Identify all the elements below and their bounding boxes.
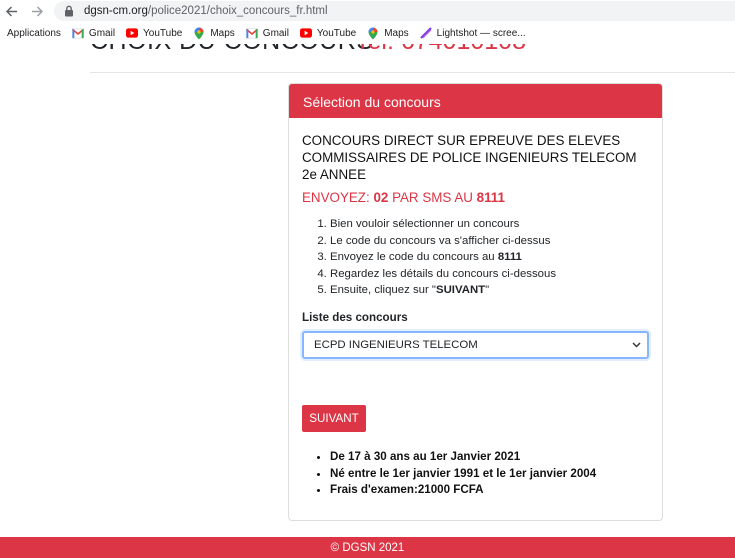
lightshot-icon xyxy=(419,27,432,39)
info-item: Frais d'examen:21000 FCFA xyxy=(330,482,648,499)
selection-card: Sélection du concours CONCOURS DIRECT SU… xyxy=(288,83,663,521)
info-item: Né entre le 1er janvier 1991 et le 1er j… xyxy=(330,466,648,483)
info-item: De 17 à 30 ans au 1er Janvier 2021 xyxy=(330,449,648,466)
concours-title-line: CONCOURS DIRECT SUR EPREUVE DES ELEVES xyxy=(302,133,621,148)
bookmark-label: Applications xyxy=(7,27,61,39)
maps-icon xyxy=(367,27,379,39)
bookmark-label: YouTube xyxy=(143,27,183,39)
step-bold: 8111 xyxy=(497,251,522,264)
bookmark-gmail[interactable]: Gmail xyxy=(245,27,289,39)
sms-code: 02 xyxy=(373,190,389,205)
bookmark-maps[interactable]: Maps xyxy=(193,27,235,39)
bookmark-lightshot[interactable]: Lightshot — scree... xyxy=(419,27,526,39)
lock-icon[interactable] xyxy=(64,5,76,17)
concours-title-line: 2e ANNEE xyxy=(302,167,367,182)
concours-select[interactable]: ECPD INGENIEURS TELECOM xyxy=(302,330,649,359)
card-header: Sélection du concours xyxy=(289,84,662,118)
sms-prefix: ENVOYEZ: xyxy=(302,190,374,205)
step-text: Regardez les détails du concours ci-dess… xyxy=(330,267,557,280)
suivant-button[interactable]: SUIVANT xyxy=(302,404,366,432)
maps-icon xyxy=(193,27,205,39)
phone-number: Tel: 674010108 xyxy=(355,44,526,56)
select-label: Liste des concours xyxy=(302,310,408,324)
browser-toolbar: dgsn-cm.org/police2021/choix_concours_fr… xyxy=(0,0,735,22)
bookmark-label: Lightshot — scree... xyxy=(436,27,526,39)
youtube-icon xyxy=(299,27,312,39)
step-item: Ensuite, cliquez sur "SUIVANT" xyxy=(330,282,648,299)
bookmark-youtube[interactable]: YouTube xyxy=(299,27,357,39)
steps-list: Bien vouloir sélectionner un concours Le… xyxy=(302,216,648,299)
bookmark-label: Gmail xyxy=(262,27,289,39)
bookmark-youtube[interactable]: YouTube xyxy=(126,27,182,39)
page-content: CHOIX DU CONCOURS Tel: 674010108 Sélecti… xyxy=(0,44,735,558)
bookmark-label: YouTube xyxy=(316,27,357,39)
gmail-icon xyxy=(71,27,84,39)
bookmark-label: Maps xyxy=(384,27,409,39)
footer: © DGSN 2021 xyxy=(0,537,735,558)
bookmarks-bar: Applications Gmail YouTube Maps Gmail Yo… xyxy=(0,22,735,44)
bookmark-label: Maps xyxy=(210,27,235,39)
youtube-icon xyxy=(126,27,139,39)
chevron-down-icon xyxy=(632,339,641,351)
sms-number: 8111 xyxy=(476,190,505,205)
bookmark-gmail[interactable]: Gmail xyxy=(71,27,116,39)
address-bar[interactable]: dgsn-cm.org/police2021/choix_concours_fr… xyxy=(54,1,735,21)
select-value: ECPD INGENIEURS TELECOM xyxy=(314,338,478,351)
info-list: De 17 à 30 ans au 1er Janvier 2021 Né en… xyxy=(302,449,648,499)
back-arrow-icon[interactable] xyxy=(0,0,22,22)
concours-title: CONCOURS DIRECT SUR EPREUVE DES ELEVES C… xyxy=(302,132,648,183)
step-item: Le code du concours va s'afficher ci-des… xyxy=(330,233,648,250)
bookmark-applications[interactable]: Applications xyxy=(7,28,61,39)
page-title: CHOIX DU CONCOURS xyxy=(90,44,374,56)
bookmark-label: Gmail xyxy=(88,27,116,39)
url-path: /police2021/choix_concours_fr.html xyxy=(147,5,328,17)
step-text: Ensuite, cliquez sur " xyxy=(330,284,436,297)
sms-mid: PAR SMS AU xyxy=(388,190,477,205)
step-bold: SUIVANT xyxy=(435,284,486,297)
step-item: Regardez les détails du concours ci-dess… xyxy=(330,266,648,283)
forward-arrow-icon[interactable] xyxy=(26,0,48,22)
step-text: " xyxy=(485,284,490,297)
step-item: Envoyez le code du concours au 8111 xyxy=(330,249,648,266)
url-host: dgsn-cm.org xyxy=(84,5,148,17)
card-body: CONCOURS DIRECT SUR EPREUVE DES ELEVES C… xyxy=(289,118,662,499)
step-item: Bien vouloir sélectionner un concours xyxy=(330,216,648,233)
concours-title-line: COMMISSAIRES DE POLICE INGENIEURS TELECO… xyxy=(302,150,637,165)
step-text: Le code du concours va s'afficher ci-des… xyxy=(330,234,551,247)
header-divider xyxy=(90,72,735,73)
gmail-icon xyxy=(245,27,258,39)
step-text: Envoyez le code du concours au xyxy=(330,251,498,264)
bookmark-maps[interactable]: Maps xyxy=(367,27,409,39)
sms-instruction: ENVOYEZ: 02 PAR SMS AU 8111 xyxy=(302,190,648,205)
step-text: Bien vouloir sélectionner un concours xyxy=(330,218,520,230)
